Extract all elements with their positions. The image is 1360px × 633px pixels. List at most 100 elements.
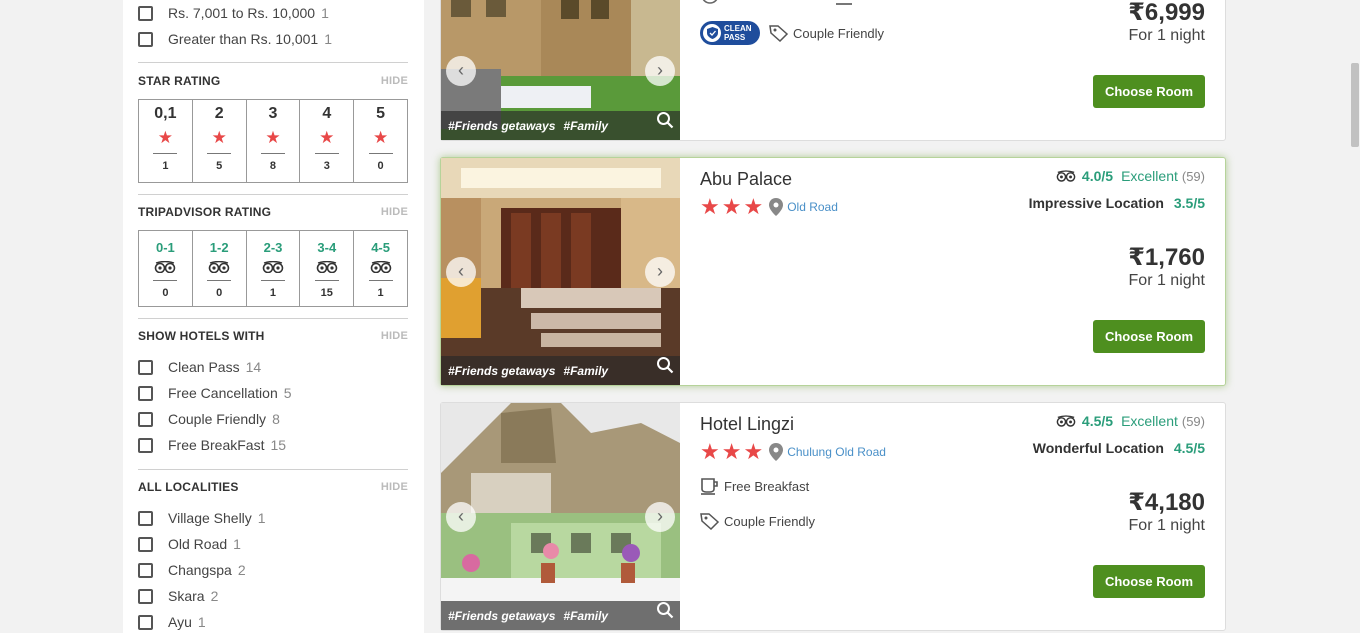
ta-option-label: 1-2 (209, 240, 229, 255)
magnifier-icon[interactable] (656, 356, 674, 379)
locality-old-road[interactable]: Old Road 1 (138, 531, 408, 557)
star-icon: ★ (265, 128, 281, 147)
tripadvisor-rating-grid: 0-1 0 1-2 0 2-3 1 3-4 15 4-5 1 (138, 230, 408, 307)
hotel-location-link[interactable]: Chulung Old Road (787, 445, 886, 459)
locality-skara[interactable]: Skara 2 (138, 583, 408, 609)
star-option-label: 2 (214, 105, 224, 122)
divider (314, 153, 339, 154)
location-rating: Wonderful Location 4.5/5 (1033, 440, 1205, 456)
choose-room-button[interactable]: Choose Room (1093, 75, 1205, 108)
hotel-stars: ★ ★ ★ Old Road (700, 194, 838, 220)
star-rating-option-5[interactable]: 5 ★ 0 (354, 100, 407, 182)
filter-count: 1 (324, 31, 332, 47)
checkbox-icon[interactable] (138, 588, 153, 604)
hide-localities-link[interactable]: HIDE (381, 481, 408, 493)
checkbox-icon[interactable] (138, 562, 153, 578)
chevron-left-icon[interactable]: ‹ (446, 55, 476, 86)
hotel-photo[interactable]: ‹ › #Friends getaways #Family (441, 403, 680, 630)
checkbox-icon[interactable] (138, 5, 153, 21)
divider (153, 280, 178, 281)
chevron-left-icon[interactable]: ‹ (446, 256, 476, 287)
page-scrollbar[interactable] (1350, 0, 1360, 633)
ta-option-count: 1 (269, 287, 277, 299)
filter-free-breakfast[interactable]: Free BreakFast 15 (138, 432, 408, 458)
scrollbar-thumb[interactable] (1351, 63, 1359, 147)
ta-option-label: 3-4 (317, 240, 337, 255)
chevron-right-icon[interactable]: › (645, 501, 675, 532)
divider (138, 318, 408, 319)
hide-tripadvisor-link[interactable]: HIDE (381, 206, 408, 218)
chevron-right-icon[interactable]: › (645, 256, 675, 287)
filter-label: Greater than Rs. 10,001 (168, 31, 319, 47)
chevron-right-icon[interactable]: › (645, 55, 675, 86)
amenity-label: Couple Friendly (793, 25, 885, 41)
hotel-photo[interactable]: ‹ › #Friends getaways #Family (441, 0, 680, 140)
ta-rating-option-0-1[interactable]: 0-1 0 (139, 231, 193, 306)
checkbox-icon[interactable] (138, 359, 153, 375)
localities-header: ALL LOCALITIES HIDE (138, 480, 408, 494)
hotel-card[interactable]: ‹ › #Friends getaways #Family Abu Palace… (440, 157, 1226, 386)
checkbox-icon[interactable] (138, 510, 153, 526)
star-rating-option-0-1[interactable]: 0,1 ★ 1 (139, 100, 193, 182)
checkbox-icon[interactable] (138, 411, 153, 427)
section-title: ALL LOCALITIES (138, 480, 239, 494)
checkbox-icon[interactable] (138, 437, 153, 453)
amenity-icon (702, 0, 718, 4)
magnifier-icon[interactable] (656, 111, 674, 134)
clean-pass-label: CLEAN PASS (724, 24, 752, 42)
star-rating-option-2[interactable]: 2 ★ 5 (193, 100, 247, 182)
choose-room-button[interactable]: Choose Room (1093, 320, 1205, 353)
star-icon: ★ (743, 194, 764, 219)
ta-rating-option-4-5[interactable]: 4-5 1 (354, 231, 407, 306)
hide-star-rating-link[interactable]: HIDE (381, 75, 408, 87)
rating-label: Excellent (1121, 413, 1178, 429)
ta-rating-option-1-2[interactable]: 1-2 0 (193, 231, 247, 306)
star-option-label: 3 (268, 105, 278, 122)
tag-icon (769, 25, 789, 42)
filter-clean-pass[interactable]: Clean Pass 14 (138, 354, 408, 380)
filter-label: Skara (168, 588, 205, 604)
choose-room-button[interactable]: Choose Room (1093, 565, 1205, 598)
ta-rating-option-3-4[interactable]: 3-4 15 (300, 231, 355, 306)
filter-label: Rs. 7,001 to Rs. 10,000 (168, 5, 316, 21)
filter-count: 2 (237, 562, 246, 578)
chevron-left-icon[interactable]: ‹ (446, 501, 476, 532)
locality-changspa[interactable]: Changspa 2 (138, 557, 408, 583)
price-filter-above-10001[interactable]: Greater than Rs. 10,001 1 (138, 26, 408, 52)
hotel-location-link[interactable]: Old Road (787, 200, 838, 214)
locality-ayu[interactable]: Ayu 1 (138, 609, 408, 633)
ta-option-count: 0 (216, 287, 223, 299)
hide-show-hotels-link[interactable]: HIDE (381, 330, 408, 342)
star-icon: ★ (721, 194, 742, 219)
filter-label: Old Road (168, 536, 228, 552)
filter-couple-friendly[interactable]: Couple Friendly 8 (138, 406, 408, 432)
star-icon: ★ (211, 128, 227, 147)
hotel-name[interactable]: Abu Palace (700, 169, 792, 190)
tripadvisor-owl-icon (208, 258, 230, 276)
hotel-card[interactable]: ‹ › #Friends getaways #Family CLEAN PASS … (440, 0, 1226, 141)
hotel-photo[interactable]: ‹ › #Friends getaways #Family (441, 158, 680, 385)
tripadvisor-owl-icon (154, 258, 176, 276)
location-rating-label: Wonderful Location (1032, 440, 1164, 456)
hotel-name[interactable]: Hotel Lingzi (700, 414, 794, 435)
hotel-card[interactable]: ‹ › #Friends getaways #Family Hotel Ling… (440, 402, 1226, 631)
star-rating-option-4[interactable]: 4 ★ 3 (300, 100, 355, 182)
checkbox-icon[interactable] (138, 536, 153, 552)
locality-village-shelly[interactable]: Village Shelly 1 (138, 505, 408, 531)
checkbox-icon[interactable] (138, 385, 153, 401)
price-filter-7001-10000[interactable]: Rs. 7,001 to Rs. 10,000 1 (138, 0, 408, 26)
filter-count: 1 (233, 536, 241, 552)
filter-free-cancellation[interactable]: Free Cancellation 5 (138, 380, 408, 406)
divider (207, 280, 232, 281)
star-rating-option-3[interactable]: 3 ★ 8 (247, 100, 301, 182)
tag-label: #Friends getaways (448, 363, 556, 378)
ta-rating-option-2-3[interactable]: 2-3 1 (247, 231, 301, 306)
tripadvisor-owl-icon (262, 258, 284, 276)
checkbox-icon[interactable] (138, 614, 153, 630)
magnifier-icon[interactable] (656, 601, 674, 624)
divider (314, 280, 339, 281)
checkbox-icon[interactable] (138, 31, 153, 47)
star-option-count: 0 (377, 160, 384, 172)
star-icon: ★ (372, 128, 389, 147)
price-filter-list: Rs. 7,001 to Rs. 10,000 1 Greater than R… (138, 0, 408, 52)
